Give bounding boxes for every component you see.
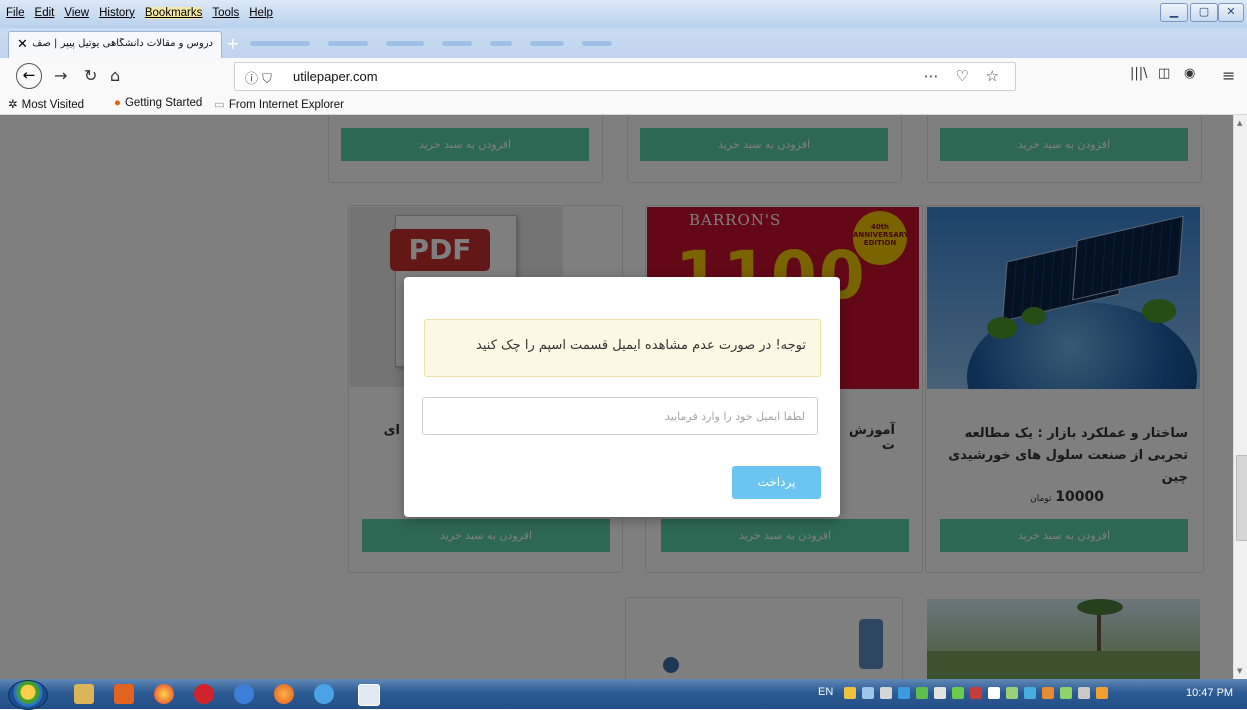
explorer-icon[interactable] <box>74 684 94 704</box>
menu-bookmarks[interactable]: Bookmarks <box>144 7 203 19</box>
page-content: افزودن به سبد خرید افزودن به سبد خرید اف… <box>0 115 1233 679</box>
browser-icon[interactable] <box>234 684 254 704</box>
window-controls: ▁ ▢ <box>1160 3 1218 22</box>
menu-list: File Edit View History Bookmarks Tools H… <box>6 7 273 19</box>
notice-alert: توجه! در صورت عدم مشاهده ایمیل قسمت اسپم… <box>424 319 821 377</box>
new-tab-icon[interactable]: + <box>226 34 239 53</box>
document-icon[interactable] <box>358 684 380 706</box>
tab-strip: ✕ دروس و مقالات دانشگاهی یوتیل پیپر | صف… <box>0 28 1247 59</box>
library-icon[interactable]: |||\ <box>1130 66 1148 81</box>
bookmark-label: From Internet Explorer <box>228 99 344 111</box>
address-bar[interactable]: ⓘ ⛉ utilepaper.com ⋯ ♡ ☆ <box>234 62 1016 91</box>
close-window-controls: ✕ <box>1218 3 1244 22</box>
menu-view[interactable]: View <box>64 7 89 19</box>
firefox-taskbar-icon[interactable] <box>274 684 294 704</box>
menu-help[interactable]: Help <box>249 7 273 19</box>
bookmark-from-ie[interactable]: ▭ From Internet Explorer <box>214 97 344 111</box>
home-icon[interactable]: ⌂ <box>110 66 120 85</box>
page-actions-icons[interactable]: ⋯ ♡ ☆ <box>924 67 1005 85</box>
tab-title: دروس و مقالات دانشگاهی یوتیل پیپر | صف <box>33 38 213 49</box>
language-indicator[interactable]: EN <box>818 686 833 698</box>
forward-arrow-icon[interactable]: → <box>54 66 67 85</box>
tab-close-icon[interactable]: ✕ <box>17 37 28 52</box>
windows-taskbar: EN 10:47 PM <box>0 679 1247 710</box>
account-icon[interactable]: ◉ <box>1184 66 1195 81</box>
navigation-bar: ← → ↻ ⌂ ⓘ ⛉ utilepaper.com ⋯ ♡ ☆ |||\ ◫ … <box>0 58 1247 95</box>
address-url: utilepaper.com <box>293 69 378 84</box>
bookmarks-toolbar: ✲ Most Visited ● Getting Started ▭ From Int… <box>0 94 1247 115</box>
system-tray-icons[interactable] <box>844 687 1108 699</box>
opera-icon[interactable] <box>194 684 214 704</box>
menu-bar: File Edit View History Bookmarks Tools H… <box>0 0 1247 28</box>
media-player-icon[interactable] <box>114 684 134 704</box>
back-arrow-icon[interactable]: ← <box>16 63 42 89</box>
blurred-tabs <box>250 41 612 46</box>
firefox-icon: ● <box>114 97 121 109</box>
scroll-down-icon[interactable]: ▼ <box>1237 667 1242 675</box>
pay-button[interactable]: پرداخت <box>732 466 821 499</box>
site-info-icon[interactable]: ⓘ ⛉ <box>245 68 272 87</box>
menu-edit[interactable]: Edit <box>35 7 55 19</box>
chrome-icon[interactable] <box>154 684 174 704</box>
tab-active[interactable]: ✕ دروس و مقالات دانشگاهی یوتیل پیپر | صف <box>8 31 222 59</box>
bookmark-label: Most Visited <box>21 99 85 111</box>
start-button[interactable] <box>8 680 48 710</box>
gear-icon: ✲ <box>8 99 18 111</box>
maximize-button[interactable]: ▢ <box>1190 3 1218 22</box>
email-input[interactable] <box>422 397 818 435</box>
hamburger-menu-icon[interactable]: ≡ <box>1222 66 1235 85</box>
close-window-button[interactable]: ✕ <box>1218 3 1244 22</box>
folder-icon: ▭ <box>214 99 225 111</box>
taskbar-clock[interactable]: 10:47 PM <box>1186 687 1233 699</box>
bookmark-getting-started[interactable]: ● Getting Started <box>114 97 202 109</box>
bookmark-most-visited[interactable]: ✲ Most Visited <box>8 97 84 111</box>
reload-icon[interactable]: ↻ <box>84 66 97 85</box>
menu-tools[interactable]: Tools <box>212 7 239 19</box>
email-modal: توجه! در صورت عدم مشاهده ایمیل قسمت اسپم… <box>404 277 840 517</box>
page-scrollbar[interactable]: ▲ ▼ <box>1233 115 1247 679</box>
scroll-up-icon[interactable]: ▲ <box>1237 119 1242 127</box>
menu-history[interactable]: History <box>99 7 135 19</box>
notice-text: توجه! در صورت عدم مشاهده ایمیل قسمت اسپم… <box>476 338 806 353</box>
minimize-button[interactable]: ▁ <box>1160 3 1188 22</box>
scroll-thumb[interactable] <box>1236 455 1247 541</box>
internet-explorer-icon[interactable] <box>314 684 334 704</box>
bookmark-label: Getting Started <box>124 97 203 109</box>
menu-file[interactable]: File <box>6 7 25 19</box>
sidebar-icon[interactable]: ◫ <box>1158 66 1170 81</box>
